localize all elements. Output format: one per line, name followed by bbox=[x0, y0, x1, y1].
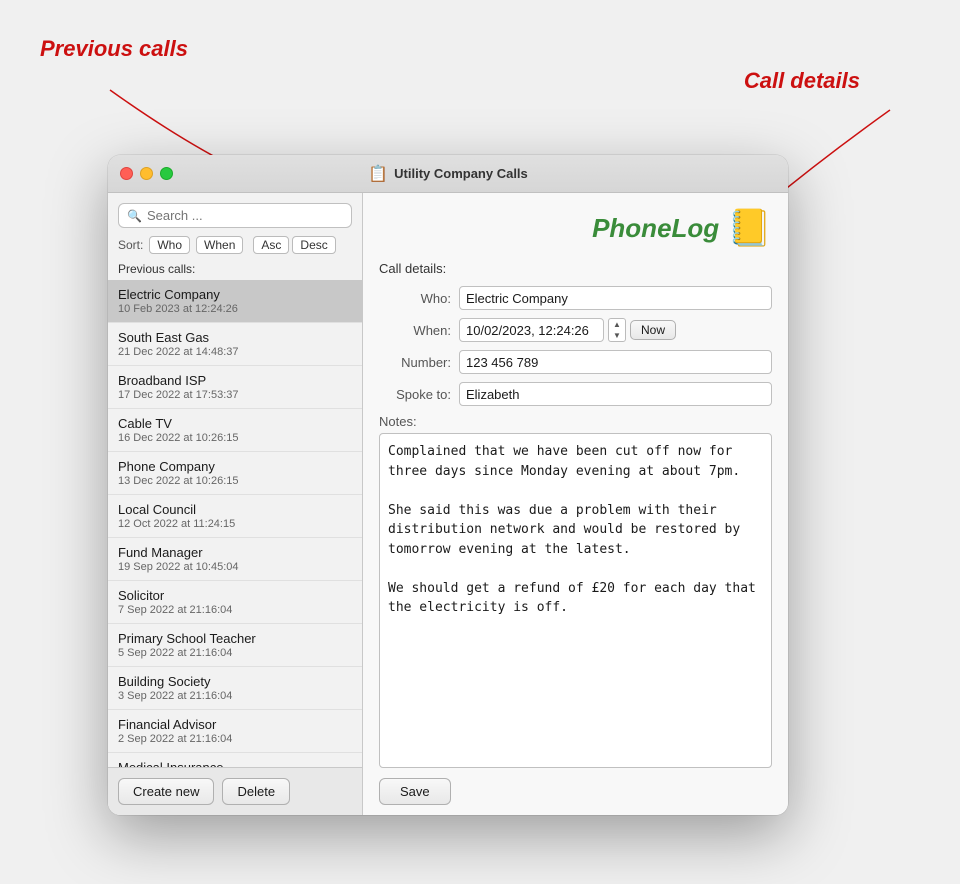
sort-label: Sort: bbox=[118, 238, 143, 252]
call-item-name: Fund Manager bbox=[118, 545, 352, 560]
call-list-item[interactable]: Electric Company10 Feb 2023 at 12:24:26 bbox=[108, 280, 362, 323]
call-item-date: 7 Sep 2022 at 21:16:04 bbox=[118, 604, 352, 616]
call-item-name: South East Gas bbox=[118, 330, 352, 345]
spoke-to-input[interactable] bbox=[459, 382, 772, 406]
datetime-wrap: ▲ ▼ Now bbox=[459, 318, 772, 342]
call-item-name: Building Society bbox=[118, 674, 352, 689]
call-item-name: Primary School Teacher bbox=[118, 631, 352, 646]
when-row: When: ▲ ▼ Now bbox=[379, 318, 772, 342]
search-input[interactable] bbox=[147, 208, 343, 223]
call-item-name: Medical Insurance bbox=[118, 760, 352, 767]
call-list-item[interactable]: Local Council12 Oct 2022 at 11:24:15 bbox=[108, 495, 362, 538]
who-row: Who: bbox=[379, 286, 772, 310]
call-item-name: Solicitor bbox=[118, 588, 352, 603]
sort-row: Sort: Who When Asc Desc bbox=[108, 236, 362, 262]
call-item-date: 13 Dec 2022 at 10:26:15 bbox=[118, 475, 352, 487]
call-list-item[interactable]: Medical Insurance1 Sep 2022 at 21:16:04 bbox=[108, 753, 362, 767]
call-list-item[interactable]: Primary School Teacher5 Sep 2022 at 21:1… bbox=[108, 624, 362, 667]
right-bottom-bar: Save bbox=[379, 768, 772, 805]
now-button[interactable]: Now bbox=[630, 320, 676, 340]
right-panel: PhoneLog 📒 Call details: Who: When: ▲ ▼ bbox=[363, 193, 788, 815]
sort-asc-button[interactable]: Asc bbox=[253, 236, 289, 254]
window-title: 📋 Utility Company Calls bbox=[368, 164, 528, 184]
call-item-date: 12 Oct 2022 at 11:24:15 bbox=[118, 518, 352, 530]
sort-direction-group: Asc Desc bbox=[253, 236, 335, 254]
number-row: Number: bbox=[379, 350, 772, 374]
delete-button[interactable]: Delete bbox=[222, 778, 290, 805]
annotation-call-details: Call details bbox=[744, 68, 860, 94]
call-list-item[interactable]: Broadband ISP17 Dec 2022 at 17:53:37 bbox=[108, 366, 362, 409]
call-list-item[interactable]: South East Gas21 Dec 2022 at 14:48:37 bbox=[108, 323, 362, 366]
phonelog-header: PhoneLog 📒 bbox=[379, 207, 772, 249]
stepper-down-icon[interactable]: ▼ bbox=[609, 330, 625, 341]
call-item-date: 21 Dec 2022 at 14:48:37 bbox=[118, 346, 352, 358]
call-item-name: Local Council bbox=[118, 502, 352, 517]
call-item-date: 16 Dec 2022 at 10:26:15 bbox=[118, 432, 352, 444]
call-item-name: Electric Company bbox=[118, 287, 352, 302]
call-list-item[interactable]: Cable TV16 Dec 2022 at 10:26:15 bbox=[108, 409, 362, 452]
call-item-date: 2 Sep 2022 at 21:16:04 bbox=[118, 733, 352, 745]
when-input[interactable] bbox=[459, 318, 604, 342]
call-item-name: Phone Company bbox=[118, 459, 352, 474]
calls-list: Electric Company10 Feb 2023 at 12:24:26S… bbox=[108, 280, 362, 767]
call-list-item[interactable]: Fund Manager19 Sep 2022 at 10:45:04 bbox=[108, 538, 362, 581]
call-list-item[interactable]: Building Society3 Sep 2022 at 21:16:04 bbox=[108, 667, 362, 710]
traffic-lights bbox=[120, 167, 173, 180]
call-details-label: Call details: bbox=[379, 261, 772, 276]
number-label: Number: bbox=[379, 355, 451, 370]
call-item-name: Cable TV bbox=[118, 416, 352, 431]
stepper-up-icon[interactable]: ▲ bbox=[609, 319, 625, 330]
create-new-button[interactable]: Create new bbox=[118, 778, 214, 805]
phonelog-text: PhoneLog bbox=[592, 213, 719, 244]
sort-desc-button[interactable]: Desc bbox=[292, 236, 335, 254]
content-area: 🔍 Sort: Who When Asc Desc Previous calls… bbox=[108, 193, 788, 815]
spoke-to-label: Spoke to: bbox=[379, 387, 451, 402]
call-list-item[interactable]: Phone Company13 Dec 2022 at 10:26:15 bbox=[108, 452, 362, 495]
who-input[interactable] bbox=[459, 286, 772, 310]
annotation-previous-calls: Previous calls bbox=[40, 36, 188, 62]
when-label: When: bbox=[379, 323, 451, 338]
minimize-button[interactable] bbox=[140, 167, 153, 180]
previous-calls-label: Previous calls: bbox=[108, 262, 362, 280]
phonelog-book-icon: 📒 bbox=[727, 207, 772, 249]
window-title-icon: 📋 bbox=[368, 164, 388, 184]
main-window: 📋 Utility Company Calls 🔍 Sort: Who When… bbox=[108, 155, 788, 815]
call-item-date: 19 Sep 2022 at 10:45:04 bbox=[118, 561, 352, 573]
notes-textarea[interactable] bbox=[379, 433, 772, 768]
maximize-button[interactable] bbox=[160, 167, 173, 180]
search-box: 🔍 bbox=[118, 203, 352, 228]
datetime-stepper[interactable]: ▲ ▼ bbox=[608, 318, 626, 342]
call-item-date: 10 Feb 2023 at 12:24:26 bbox=[118, 303, 352, 315]
who-label: Who: bbox=[379, 291, 451, 306]
call-list-item[interactable]: Solicitor7 Sep 2022 at 21:16:04 bbox=[108, 581, 362, 624]
call-item-date: 17 Dec 2022 at 17:53:37 bbox=[118, 389, 352, 401]
search-icon: 🔍 bbox=[127, 209, 142, 223]
sort-who-button[interactable]: Who bbox=[149, 236, 190, 254]
save-button[interactable]: Save bbox=[379, 778, 451, 805]
call-item-date: 3 Sep 2022 at 21:16:04 bbox=[118, 690, 352, 702]
left-bottom-bar: Create new Delete bbox=[108, 767, 362, 815]
call-item-name: Broadband ISP bbox=[118, 373, 352, 388]
close-button[interactable] bbox=[120, 167, 133, 180]
call-item-name: Financial Advisor bbox=[118, 717, 352, 732]
sort-when-button[interactable]: When bbox=[196, 236, 243, 254]
left-panel: 🔍 Sort: Who When Asc Desc Previous calls… bbox=[108, 193, 363, 815]
search-wrap: 🔍 bbox=[108, 203, 362, 236]
notes-label: Notes: bbox=[379, 414, 772, 429]
spoke-to-row: Spoke to: bbox=[379, 382, 772, 406]
titlebar: 📋 Utility Company Calls bbox=[108, 155, 788, 193]
call-list-item[interactable]: Financial Advisor2 Sep 2022 at 21:16:04 bbox=[108, 710, 362, 753]
number-input[interactable] bbox=[459, 350, 772, 374]
call-item-date: 5 Sep 2022 at 21:16:04 bbox=[118, 647, 352, 659]
